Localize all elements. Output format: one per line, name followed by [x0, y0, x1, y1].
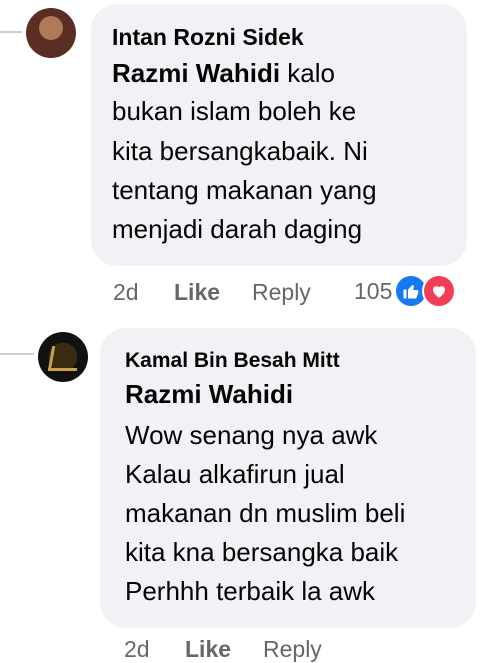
reaction-summary[interactable]: 105 — [354, 274, 457, 308]
comment-timestamp[interactable]: 2d — [124, 636, 150, 663]
comment-text-line: kita kna bersangka baik — [125, 537, 399, 567]
thread-connector — [0, 353, 34, 355]
comment-text-line: menjadi darah daging — [112, 214, 363, 244]
comment-text-line: makanan dn muslim beli — [125, 498, 406, 528]
avatar[interactable] — [26, 8, 76, 58]
reaction-count: 105 — [354, 277, 393, 304]
like-button[interactable]: Like — [174, 279, 220, 306]
reply-button[interactable]: Reply — [263, 636, 322, 663]
comment-author[interactable]: Intan Rozni Sidek — [112, 24, 304, 51]
mention-name[interactable]: Razmi Wahidi — [125, 379, 293, 410]
comment-text-line: Perhhh terbaik la awk — [125, 576, 376, 606]
comment-author[interactable]: Kamal Bin Besah Mitt — [125, 349, 340, 373]
comment-text-line: tentang makanan yang — [112, 175, 377, 205]
love-icon — [422, 274, 457, 308]
comment-text-line: kita bersangkabaik. Ni — [112, 136, 368, 166]
comment-text-line: Kalau alkafirun jual — [125, 459, 345, 489]
reply-button[interactable]: Reply — [252, 279, 311, 306]
thread-connector — [0, 31, 22, 33]
comment-text-line: bukan islam boleh ke — [112, 96, 357, 126]
comment-timestamp[interactable]: 2d — [113, 279, 139, 306]
comment-text-line: kalo — [287, 58, 335, 88]
calligraphy-logo-icon — [47, 346, 82, 371]
avatar[interactable] — [38, 332, 88, 382]
mention-name[interactable]: Razmi Wahidi — [112, 58, 280, 88]
comment-text-line: Wow senang nya awk — [125, 420, 378, 450]
comment-mention[interactable]: Razmi Wahidi kalo — [112, 58, 335, 89]
like-button[interactable]: Like — [185, 636, 231, 663]
